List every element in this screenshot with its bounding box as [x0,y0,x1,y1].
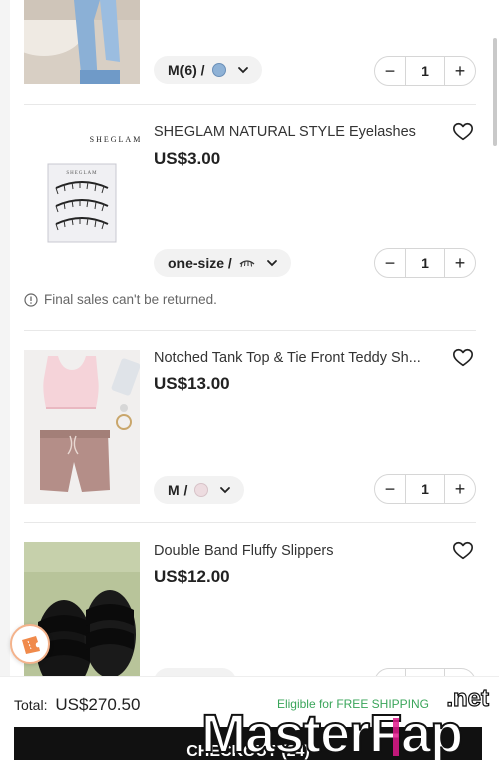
product-title[interactable]: Double Band Fluffy Slippers [154,543,439,559]
decrement-button[interactable]: − [375,669,405,677]
scrollbar[interactable] [493,38,497,146]
svg-text:SHEGLAM: SHEGLAM [66,171,97,176]
ticket-icon [22,636,40,654]
cart-item-eyelashes: SHEGLAM SHEGLAM SHEGLAM NATURAL STYLE Ey… [24,112,476,322]
variant-label: M(6) / [168,62,205,78]
quantity-stepper[interactable]: − 1 + [374,56,476,86]
left-edge [0,0,10,676]
product-price: US$3.00 [154,149,221,168]
wishlist-heart-icon[interactable] [452,347,474,369]
product-title[interactable]: SHEGLAM NATURAL STYLE Eyelashes [154,124,439,140]
total-value: US$270.50 [55,695,141,714]
watermark-text: MasterFap [201,704,462,760]
quantity-value[interactable]: 1 [405,669,445,676]
product-title[interactable]: Notched Tank Top & Tie Front Teddy Sh... [154,350,439,366]
eyelash-swatch-icon [239,260,255,268]
cart-item-slippers: Double Band Fluffy Slippers US$12.00 − 1… [24,532,476,676]
info-icon [24,292,38,307]
cart-list[interactable]: M(6) / − 1 + SHEGLAM SHEGLAM SHEGLAM NAT… [0,0,499,676]
quantity-stepper[interactable]: − 1 + [374,474,476,504]
product-image-tank-top[interactable] [24,350,140,504]
decrement-button[interactable]: − [375,57,405,85]
total-label: Total: [14,697,48,713]
quantity-value[interactable]: 1 [405,475,445,503]
quantity-value[interactable]: 1 [405,249,445,277]
product-price: US$12.00 [154,567,230,586]
variant-selector[interactable]: one-size / [154,249,291,277]
divider [24,522,476,523]
final-sale-notice: Final sales can't be returned. [24,292,217,307]
color-swatch [211,63,226,77]
chevron-down-icon [237,67,248,74]
color-swatch [194,483,209,497]
variant-label: M / [168,482,188,498]
product-image-eyelashes[interactable]: SHEGLAM SHEGLAM [24,118,140,272]
product-price: US$13.00 [154,374,230,393]
variant-selector[interactable]: M / [154,476,245,504]
chevron-down-icon [266,260,277,267]
decrement-button[interactable]: − [375,475,405,503]
cart-total: Total: US$270.50 [14,695,140,715]
variant-selector[interactable]: M(6) / [154,56,262,84]
wishlist-heart-icon[interactable] [452,540,474,562]
divider [24,104,476,105]
quantity-stepper[interactable]: − 1 + [374,668,476,676]
decrement-button[interactable]: − [375,249,405,277]
watermark: .net MasterFap [200,684,490,760]
wishlist-heart-icon[interactable] [452,121,474,143]
divider [24,330,476,331]
cart-item-jeans: M(6) / − 1 + [24,0,476,100]
cart-item-tank-top: Notched Tank Top & Tie Front Teddy Sh...… [24,340,476,520]
product-image-jeans[interactable] [24,0,140,84]
increment-button[interactable]: + [445,475,475,503]
sheglam-logo: SHEGLAM [90,135,140,144]
increment-button[interactable]: + [445,669,475,677]
variant-selector[interactable] [154,668,236,676]
variant-label: one-size / [168,255,232,271]
coupon-float-button[interactable] [10,624,50,664]
increment-button[interactable]: + [445,249,475,277]
quantity-stepper[interactable]: − 1 + [374,248,476,278]
chevron-down-icon [220,487,231,494]
quantity-value[interactable]: 1 [405,57,445,85]
notice-text: Final sales can't be returned. [44,292,217,307]
increment-button[interactable]: + [445,57,475,85]
